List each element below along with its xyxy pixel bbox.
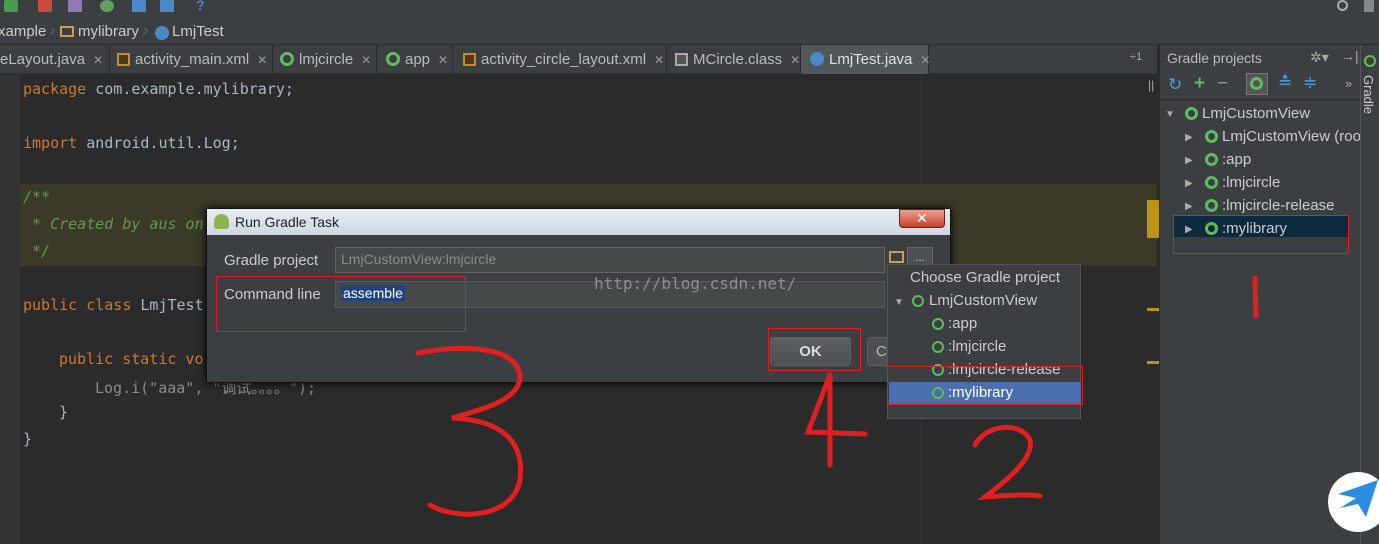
handwritten-annotations xyxy=(415,275,1259,517)
annotation-number-2 xyxy=(972,424,1043,501)
annotation-number-1 xyxy=(1252,275,1259,319)
bird-logo-icon xyxy=(1338,480,1378,517)
annotation-number-4 xyxy=(804,372,868,468)
ide-window: ? xample › mylibrary › LmjTest eLayout.j… xyxy=(0,0,1379,544)
app-logo xyxy=(1328,472,1379,532)
annotation-number-3 xyxy=(415,345,524,517)
